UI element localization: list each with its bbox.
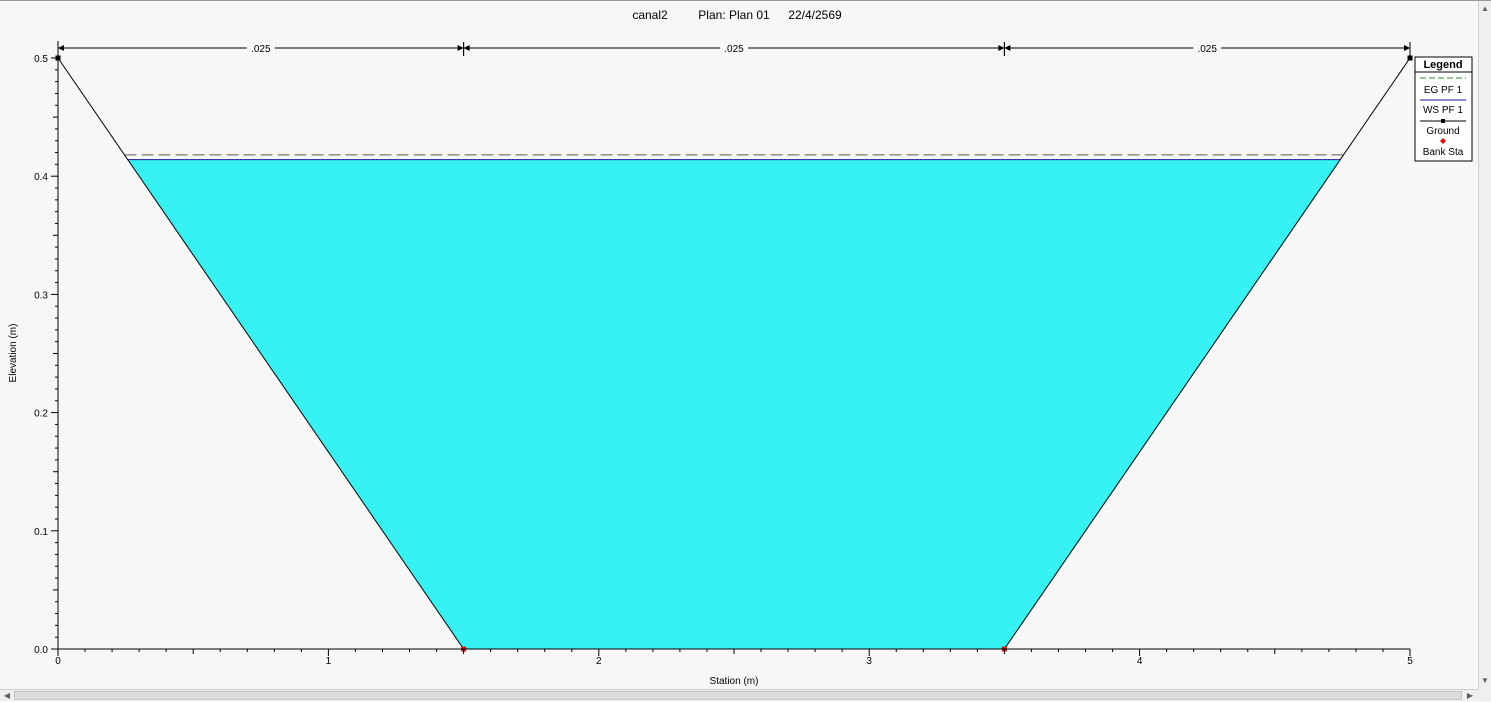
y-axis-title: Elevation (m)	[8, 324, 19, 383]
x-tick-label: 2	[596, 656, 602, 667]
n-value-label: .025	[724, 44, 744, 55]
x-tick-label: 5	[1407, 656, 1413, 667]
legend-eg-label: EG PF 1	[1424, 85, 1463, 96]
x-axis-title: Station (m)	[710, 676, 759, 687]
vertical-scrollbar[interactable]: ▲ ▼	[1478, 1, 1491, 689]
ground-point-marker	[1407, 55, 1413, 61]
y-tick-label: 0.1	[34, 527, 48, 538]
y-tick-label: 0.5	[34, 54, 48, 65]
y-tick-label: 0.2	[34, 409, 48, 420]
title-date: 22/4/2569	[788, 8, 842, 22]
scrollbar-corner	[1478, 689, 1491, 701]
scroll-up-icon[interactable]: ▲	[1479, 3, 1491, 15]
x-tick-label: 1	[326, 656, 332, 667]
mannings-n-annotations: .025 .025 .025	[57, 42, 1411, 56]
scroll-left-icon[interactable]: ◀	[1, 690, 13, 702]
scroll-right-icon[interactable]: ▶	[1464, 690, 1476, 702]
x-tick-label: 0	[55, 656, 61, 667]
cross-section-chart: canal2 Plan: Plan 01 22/4/2569 .025 .025.…	[0, 1, 1478, 689]
x-tick-label: 3	[866, 656, 872, 667]
y-tick-label: 0.3	[34, 290, 48, 301]
horizontal-scroll-thumb[interactable]	[14, 691, 1462, 700]
y-tick-label: 0.4	[34, 172, 48, 183]
legend-ground-label: Ground	[1426, 126, 1459, 137]
scroll-down-icon[interactable]: ▼	[1479, 675, 1491, 687]
legend-ws-label: WS PF 1	[1423, 105, 1463, 116]
legend-title: Legend	[1423, 59, 1462, 71]
legend: Legend EG PF 1 WS PF 1 Ground Bank Sta	[1414, 56, 1473, 162]
plot-window: canal2 Plan: Plan 01 22/4/2569 .025 .025.…	[0, 0, 1491, 701]
title-river: canal2	[632, 8, 668, 22]
legend-ground-marker	[1441, 119, 1445, 123]
n-value-label: .025	[251, 44, 271, 55]
title-plan: Plan: Plan 01	[698, 8, 770, 22]
horizontal-scrollbar[interactable]: ◀ ▶	[0, 689, 1478, 701]
y-tick-label: 0.0	[34, 645, 48, 656]
x-tick-label: 4	[1137, 656, 1143, 667]
n-value-label: .025	[1197, 44, 1217, 55]
legend-bank-label: Bank Sta	[1423, 147, 1464, 158]
